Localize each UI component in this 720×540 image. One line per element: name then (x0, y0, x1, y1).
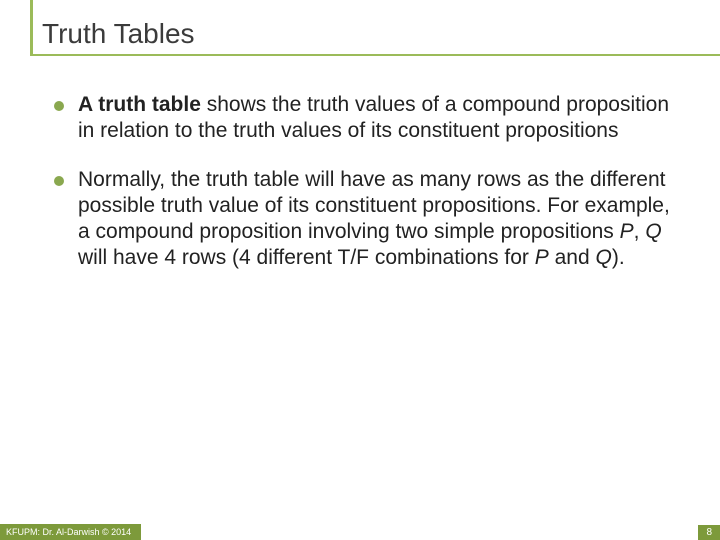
italic-var: Q (645, 220, 661, 243)
title-block: Truth Tables (30, 18, 690, 56)
text-segment: ). (612, 246, 625, 269)
bullet-text: A truth table shows the truth values of … (78, 92, 674, 145)
bullet-item: A truth table shows the truth values of … (54, 92, 674, 145)
bullet-text: Normally, the truth table will have as m… (78, 167, 674, 272)
bullet-icon (54, 176, 64, 186)
slide-title: Truth Tables (36, 18, 690, 54)
italic-var: P (620, 220, 634, 243)
title-underline (30, 54, 720, 56)
bullet-icon (54, 101, 64, 111)
slide-number: 8 (698, 525, 720, 540)
bullet-item: Normally, the truth table will have as m… (54, 167, 674, 272)
footer: KFUPM: Dr. Al-Darwish © 2014 8 (0, 522, 720, 540)
text-segment: will have 4 rows (4 different T/F combin… (78, 246, 535, 269)
text-segment: Normally, the truth table will have as m… (78, 168, 670, 244)
title-accent-vertical (30, 0, 33, 56)
footer-attribution: KFUPM: Dr. Al-Darwish © 2014 (0, 524, 141, 540)
text-segment: and (549, 246, 596, 269)
italic-var: Q (595, 246, 611, 269)
italic-var: P (535, 246, 549, 269)
bold-term: A truth table (78, 93, 201, 116)
slide: Truth Tables A truth table shows the tru… (0, 0, 720, 540)
text-segment: , (634, 220, 646, 243)
content-area: A truth table shows the truth values of … (30, 84, 690, 272)
